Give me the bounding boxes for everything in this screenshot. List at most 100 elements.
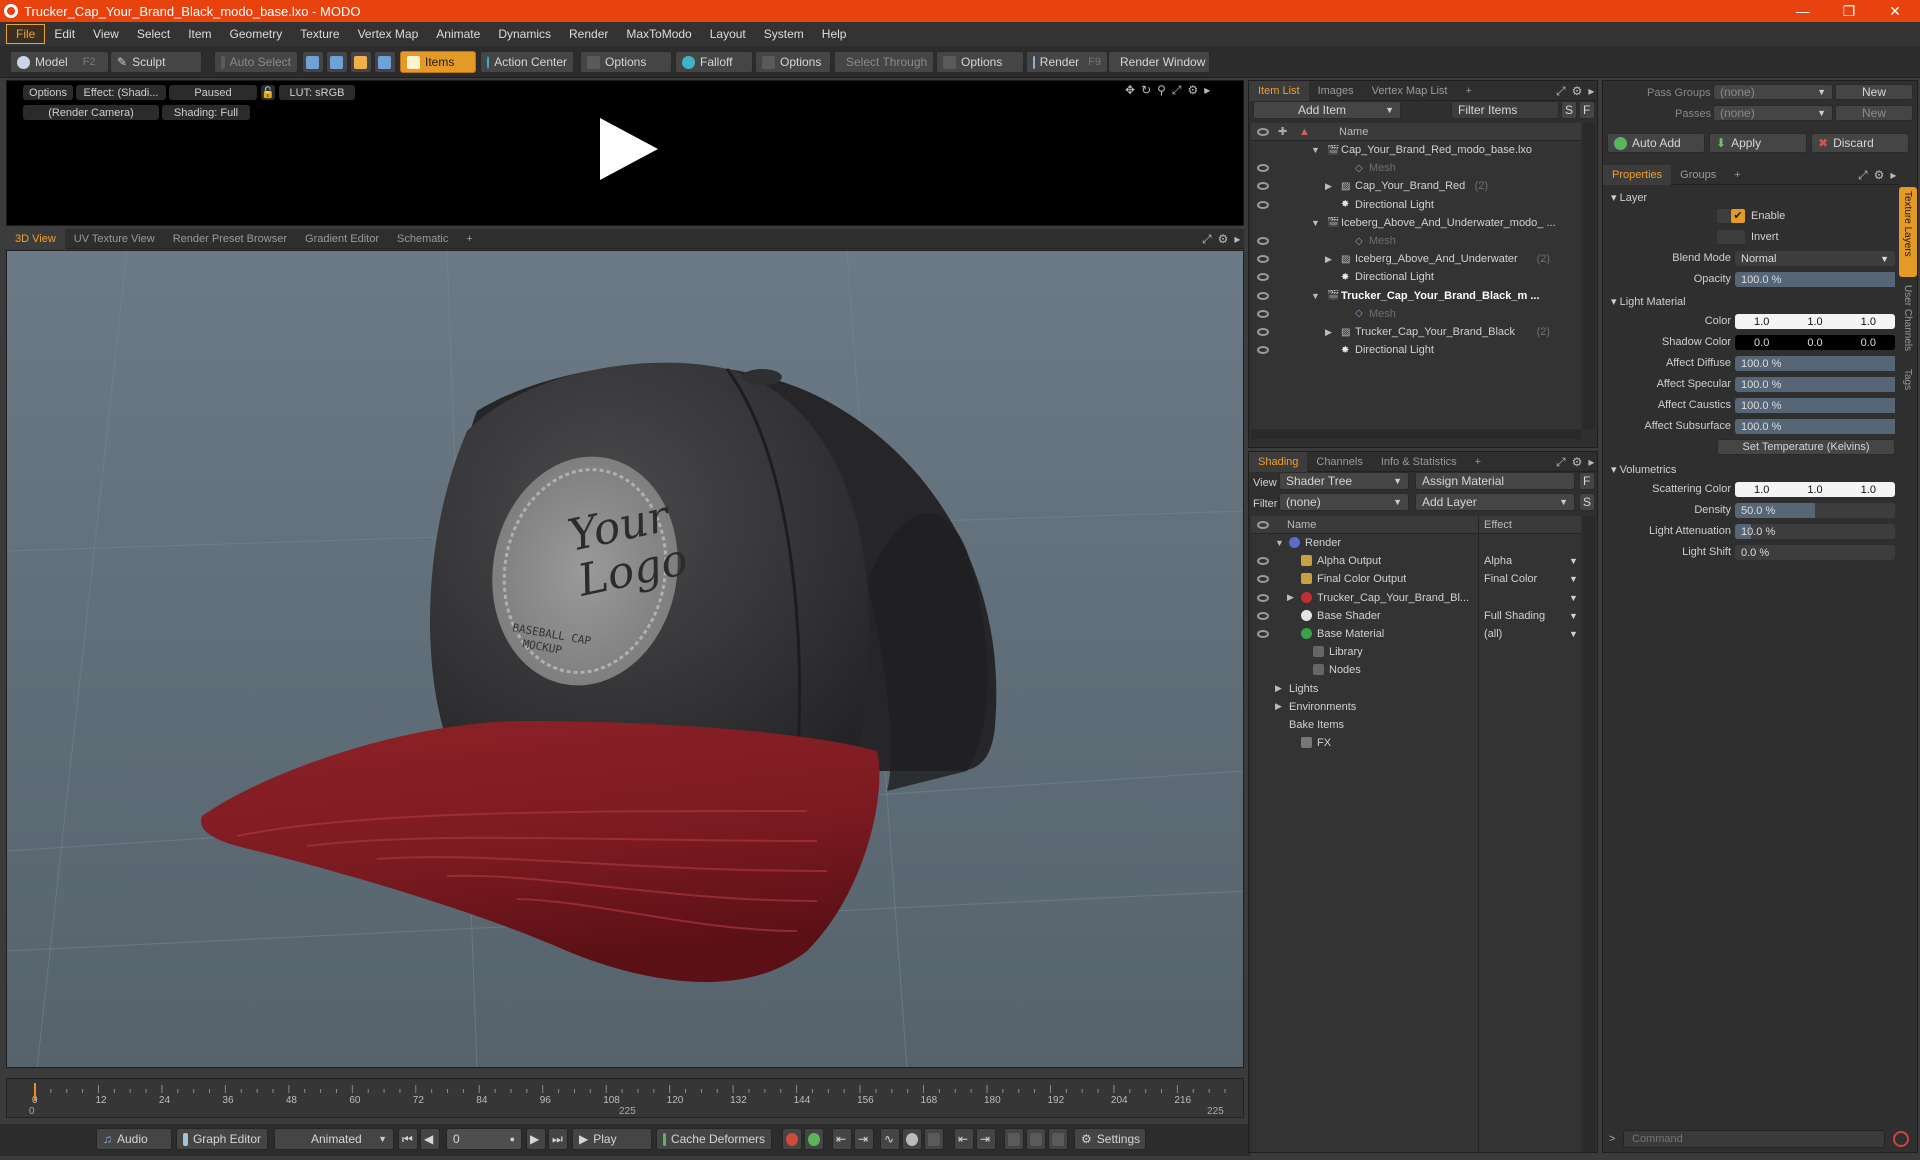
audio-button[interactable]: ♫ Audio bbox=[96, 1128, 172, 1150]
item-row[interactable]: ▶ ▨ Trucker_Cap_Your_Brand_Black (2) bbox=[1251, 323, 1581, 341]
expand-arrow-icon[interactable]: ▶ bbox=[1325, 254, 1332, 265]
menu-geometry[interactable]: Geometry bbox=[221, 25, 292, 43]
preview-options-button[interactable]: Options bbox=[23, 85, 73, 100]
scattering-color-field[interactable]: 1.0 1.0 1.0 bbox=[1735, 482, 1895, 497]
play-button[interactable]: ▶ Play bbox=[572, 1128, 652, 1150]
view-dropdown[interactable]: Shader Tree ▼ bbox=[1279, 472, 1409, 490]
key-curve-button[interactable]: ∿ bbox=[880, 1128, 900, 1150]
add-tab-button[interactable]: + bbox=[1456, 81, 1480, 101]
set-temperature-button[interactable]: Set Temperature (Kelvins) bbox=[1717, 439, 1895, 455]
eye-icon[interactable] bbox=[1257, 200, 1269, 209]
next-key-button[interactable]: ▶ bbox=[526, 1128, 546, 1150]
menu-select[interactable]: Select bbox=[128, 25, 179, 43]
shader-row[interactable]: Nodes bbox=[1251, 661, 1581, 679]
maximize-icon[interactable]: ⤢ bbox=[1202, 232, 1212, 247]
prev-key-button[interactable]: ◀ bbox=[420, 1128, 440, 1150]
expand-arrow-icon[interactable]: ▶ bbox=[1287, 592, 1294, 603]
tab-3d-view[interactable]: 3D View bbox=[6, 228, 65, 249]
lut-dropdown[interactable]: LUT: sRGB bbox=[279, 85, 355, 100]
collapse-arrow-icon[interactable]: ▼ bbox=[1311, 145, 1320, 155]
maximize-icon[interactable]: ⤢ bbox=[1858, 168, 1868, 183]
tab-properties[interactable]: Properties bbox=[1603, 164, 1672, 185]
auto-key-button[interactable] bbox=[804, 1128, 824, 1150]
go-to-start-button[interactable]: ⏮ bbox=[398, 1128, 418, 1150]
shader-row[interactable]: Bake Items bbox=[1251, 716, 1581, 734]
add-item-dropdown[interactable]: Add Item ▼ bbox=[1253, 101, 1401, 119]
shader-row[interactable]: ▶ Lights bbox=[1251, 680, 1581, 698]
menu-render[interactable]: Render bbox=[560, 25, 617, 43]
arrow-right-icon[interactable]: ▸ bbox=[1890, 168, 1896, 183]
shader-row[interactable]: Library bbox=[1251, 643, 1581, 661]
tab-info-statistics[interactable]: Info & Statistics bbox=[1372, 452, 1466, 472]
shading-dropdown[interactable]: Shading: Full bbox=[162, 105, 250, 120]
eye-icon[interactable] bbox=[1257, 237, 1269, 245]
shader-row-effect[interactable]: Alpha bbox=[1484, 555, 1512, 567]
shading-f-button[interactable]: F bbox=[1579, 472, 1595, 490]
menu-maxtomodo[interactable]: MaxToModo bbox=[617, 25, 700, 43]
timeline[interactable]: 0 12 24 36 48 60 72 84 96 108 120 132 144 156 168 180 19… bbox=[6, 1078, 1244, 1118]
model-mode-button[interactable]: Model F2 bbox=[10, 51, 109, 73]
invert-checkbox[interactable] bbox=[1717, 230, 1745, 244]
density-slider[interactable]: 50.0 % bbox=[1735, 503, 1895, 518]
assign-material-dropdown[interactable]: Assign Material bbox=[1415, 472, 1575, 490]
passes-dropdown[interactable]: (none) ▼ bbox=[1713, 105, 1833, 121]
volumetrics-section-header[interactable]: ▾ Volumetrics bbox=[1611, 463, 1676, 476]
tab-images[interactable]: Images bbox=[1309, 81, 1363, 101]
arrow-right-icon[interactable]: ▸ bbox=[1234, 232, 1240, 247]
items-mode-button[interactable]: Items bbox=[400, 51, 476, 73]
cache-deformers-button[interactable]: Cache Deformers bbox=[656, 1128, 772, 1150]
frame-input[interactable]: 0 ● bbox=[446, 1128, 522, 1150]
layer-section-header[interactable]: ▾ Layer bbox=[1611, 191, 1647, 204]
light-shift-slider[interactable]: 0.0 % bbox=[1735, 545, 1895, 560]
discard-button[interactable]: ✖ Discard bbox=[1811, 133, 1909, 153]
light-attenuation-slider[interactable]: 10.0 % bbox=[1735, 524, 1895, 539]
expand-arrow-icon[interactable]: ▶ bbox=[1275, 683, 1282, 694]
menu-edit[interactable]: Edit bbox=[45, 25, 84, 43]
falloff-button[interactable]: Falloff bbox=[675, 51, 753, 73]
maximize-icon[interactable]: ⤢ bbox=[1556, 84, 1566, 99]
record-button[interactable] bbox=[902, 1128, 922, 1150]
light-material-section-header[interactable]: ▾ Light Material bbox=[1611, 295, 1686, 308]
side-tab-tags[interactable]: Tags bbox=[1899, 365, 1917, 405]
expand-arrow-icon[interactable]: ▶ bbox=[1275, 701, 1282, 712]
sculpt-mode-button[interactable]: ✎ Sculpt bbox=[110, 51, 202, 73]
render-window-button[interactable]: Render Window bbox=[1108, 51, 1210, 73]
lock-header-icon[interactable]: ✚ bbox=[1278, 125, 1287, 138]
item-row[interactable]: ▼ 🎬 Cap_Your_Brand_Red_modo_base.lxo bbox=[1251, 141, 1581, 159]
item-row[interactable]: ▼ 🎬 Trucker_Cap_Your_Brand_Black_m ... bbox=[1251, 287, 1581, 305]
gear-icon[interactable]: ⚙ bbox=[1572, 455, 1583, 470]
tool-c-button[interactable] bbox=[1048, 1128, 1068, 1150]
shader-row[interactable]: ▶ Environments bbox=[1251, 698, 1581, 716]
play-icon[interactable] bbox=[592, 114, 662, 184]
select-through-options-button[interactable]: Options bbox=[936, 51, 1024, 73]
menu-dynamics[interactable]: Dynamics bbox=[489, 25, 560, 43]
arrow-right-icon[interactable]: ▸ bbox=[1204, 83, 1210, 98]
command-input[interactable] bbox=[1623, 1130, 1885, 1148]
eye-icon[interactable] bbox=[1257, 182, 1269, 191]
3d-viewport[interactable]: Your Logo BASEBALL CAP MOCKUP bbox=[6, 250, 1244, 1068]
action-center-button[interactable]: Action Center bbox=[480, 51, 574, 73]
eye-icon[interactable] bbox=[1257, 630, 1269, 638]
eye-icon[interactable] bbox=[1257, 575, 1269, 584]
lock-icon[interactable]: 🔓 bbox=[261, 85, 275, 100]
filter-items-input[interactable]: Filter Items bbox=[1451, 101, 1559, 119]
filter-f-button[interactable]: F bbox=[1579, 101, 1595, 119]
menu-system[interactable]: System bbox=[755, 25, 813, 43]
keyframe-record-button[interactable] bbox=[782, 1128, 802, 1150]
shader-row[interactable]: Base Shader Full Shading ▼ bbox=[1251, 607, 1581, 625]
restore-button[interactable]: ❐ bbox=[1826, 0, 1872, 22]
tab-shading[interactable]: Shading bbox=[1249, 451, 1308, 472]
blend-mode-dropdown[interactable]: Normal ▼ bbox=[1735, 251, 1895, 266]
maximize-icon[interactable]: ⤢ bbox=[1172, 83, 1182, 98]
zoom-icon[interactable]: ⚲ bbox=[1157, 83, 1166, 98]
menu-view[interactable]: View bbox=[84, 25, 128, 43]
shader-tree-scrollbar[interactable] bbox=[1583, 516, 1595, 1152]
tab-schematic[interactable]: Schematic bbox=[388, 229, 457, 249]
render-camera-dropdown[interactable]: (Render Camera) bbox=[23, 105, 159, 120]
tab-gradient-editor[interactable]: Gradient Editor bbox=[296, 229, 388, 249]
expand-arrow-icon[interactable]: ▶ bbox=[1325, 181, 1332, 192]
shading-s-button[interactable]: S bbox=[1579, 493, 1595, 511]
shader-row-effect[interactable]: Full Shading bbox=[1484, 610, 1545, 622]
tab-item-list[interactable]: Item List bbox=[1249, 80, 1309, 101]
chevron-down-icon[interactable]: ▼ bbox=[1569, 611, 1578, 621]
